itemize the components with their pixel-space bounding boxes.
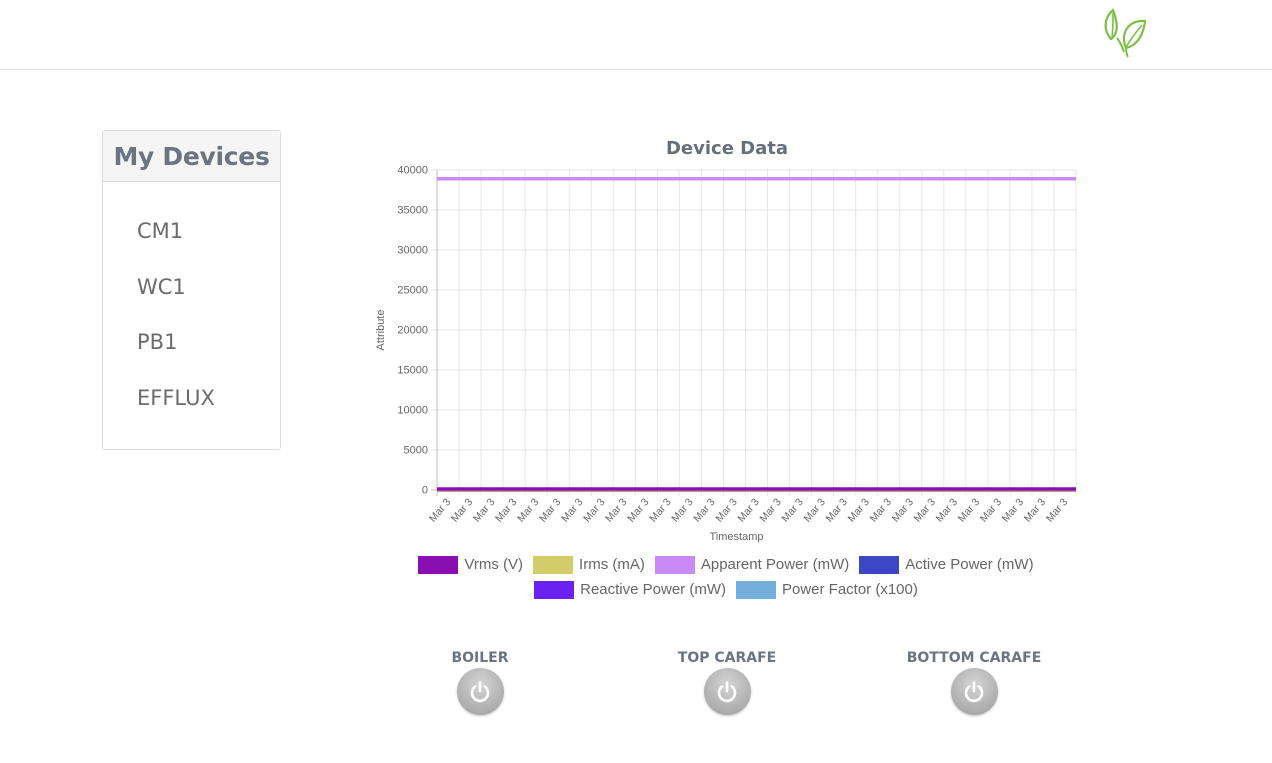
chart-legend: Vrms (V) Irms (mA) Apparent Power (mW) A…: [370, 552, 1082, 602]
x-tick-label: Mar 3: [735, 496, 762, 524]
x-tick-label: Mar 3: [956, 496, 983, 524]
device-item-cm1[interactable]: CM1: [137, 219, 183, 243]
x-tick-label: Mar 3: [868, 496, 895, 524]
y-tick-label: 30000: [397, 245, 428, 257]
legend-item-reactive-power[interactable]: Reactive Power (mW): [534, 580, 726, 599]
x-tick-label: Mar 3: [713, 496, 740, 524]
device-item-pb1[interactable]: PB1: [137, 330, 177, 354]
device-data-chart: 0 5000 10000 15000 20000 25000 30000 35000 40000…: [375, 165, 1077, 543]
x-tick-label: Mar 3: [515, 496, 542, 524]
x-tick-label: Mar 3: [1044, 496, 1071, 524]
y-tick-label: 5000: [404, 445, 428, 457]
legend-label: Reactive Power (mW): [580, 581, 726, 598]
x-tick-label: Mar 3: [757, 496, 784, 524]
legend-swatch: [533, 555, 574, 574]
power-icon: [964, 680, 984, 702]
x-tick-label: Mar 3: [581, 496, 608, 524]
legend-swatch: [534, 580, 575, 599]
device-item-efflux[interactable]: EFFLUX: [137, 386, 215, 410]
y-tick-label: 10000: [397, 405, 428, 417]
x-tick-label: Mar 3: [647, 496, 674, 524]
x-tick-label: Mar 3: [493, 496, 520, 524]
leaf-logo-icon[interactable]: [1100, 6, 1150, 58]
x-tick-label: Mar 3: [912, 496, 939, 524]
x-tick-label: Mar 3: [890, 496, 917, 524]
x-tick-label: Mar 3: [823, 496, 850, 524]
legend-label: Irms (mA): [579, 556, 645, 573]
x-tick-label: Mar 3: [978, 496, 1005, 524]
legend-swatch: [418, 555, 459, 574]
device-item-wc1[interactable]: WC1: [137, 275, 186, 299]
top-carafe-control: TOP CARAFE: [647, 650, 807, 715]
bottom-carafe-power-button[interactable]: [950, 668, 998, 715]
x-tick-label: Mar 3: [625, 496, 652, 524]
boiler-control: BOILER: [400, 650, 560, 715]
top-carafe-power-button[interactable]: [703, 668, 751, 715]
y-tick-label: 40000: [397, 165, 428, 177]
y-tick-label: 0: [422, 485, 428, 497]
power-icon: [470, 680, 490, 702]
legend-item-apparent-power[interactable]: Apparent Power (mW): [654, 555, 850, 574]
bottom-carafe-label: BOTTOM CARAFE: [906, 650, 1042, 666]
y-tick-label: 15000: [397, 365, 428, 377]
y-tick-label: 20000: [397, 325, 428, 337]
x-tick-label: Mar 3: [1022, 496, 1049, 524]
legend-label: Vrms (V): [464, 556, 524, 573]
legend-row: Reactive Power (mW) Power Factor (x100): [370, 577, 1082, 602]
x-tick-label: Mar 3: [934, 496, 961, 524]
legend-swatch: [654, 555, 695, 574]
legend-swatch: [859, 555, 900, 574]
boiler-power-button[interactable]: [456, 668, 504, 715]
x-tick-label: Mar 3: [449, 496, 476, 524]
x-axis-title: Timestamp: [710, 531, 764, 543]
y-tick-label: 35000: [397, 205, 428, 217]
legend-label: Power Factor (x100): [781, 581, 918, 598]
top-navbar: [0, 0, 1272, 70]
y-axis-title: Attribute: [375, 310, 387, 351]
x-tick-label: Mar 3: [846, 496, 873, 524]
y-tick-label: 25000: [397, 285, 428, 297]
x-tick-label: Mar 3: [691, 496, 718, 524]
legend-item-vrms[interactable]: Vrms (V): [418, 555, 524, 574]
legend-label: Active Power (mW): [905, 556, 1034, 573]
legend-swatch: [735, 580, 776, 599]
legend-item-power-factor[interactable]: Power Factor (x100): [735, 580, 918, 599]
my-devices-title: My Devices: [103, 131, 280, 182]
legend-item-irms[interactable]: Irms (mA): [533, 555, 645, 574]
x-tick-label: Mar 3: [559, 496, 586, 524]
x-tick-label: Mar 3: [427, 496, 454, 524]
legend-label: Apparent Power (mW): [700, 556, 850, 573]
x-tick-label: Mar 3: [537, 496, 564, 524]
bottom-carafe-control: BOTTOM CARAFE: [894, 650, 1054, 715]
x-tick-label: Mar 3: [801, 496, 828, 524]
boiler-label: BOILER: [451, 650, 509, 666]
top-carafe-label: TOP CARAFE: [677, 650, 777, 666]
legend-row: Vrms (V) Irms (mA) Apparent Power (mW) A…: [370, 552, 1082, 577]
power-icon: [717, 680, 737, 702]
x-tick-label: Mar 3: [603, 496, 630, 524]
x-tick-label: Mar 3: [779, 496, 806, 524]
legend-item-active-power[interactable]: Active Power (mW): [859, 555, 1034, 574]
chart-title: Device Data: [665, 138, 789, 159]
my-devices-panel: My Devices CM1 WC1 PB1 EFFLUX: [102, 130, 281, 450]
x-tick-label: Mar 3: [669, 496, 696, 524]
x-tick-label: Mar 3: [471, 496, 498, 524]
x-tick-label: Mar 3: [1000, 496, 1027, 524]
